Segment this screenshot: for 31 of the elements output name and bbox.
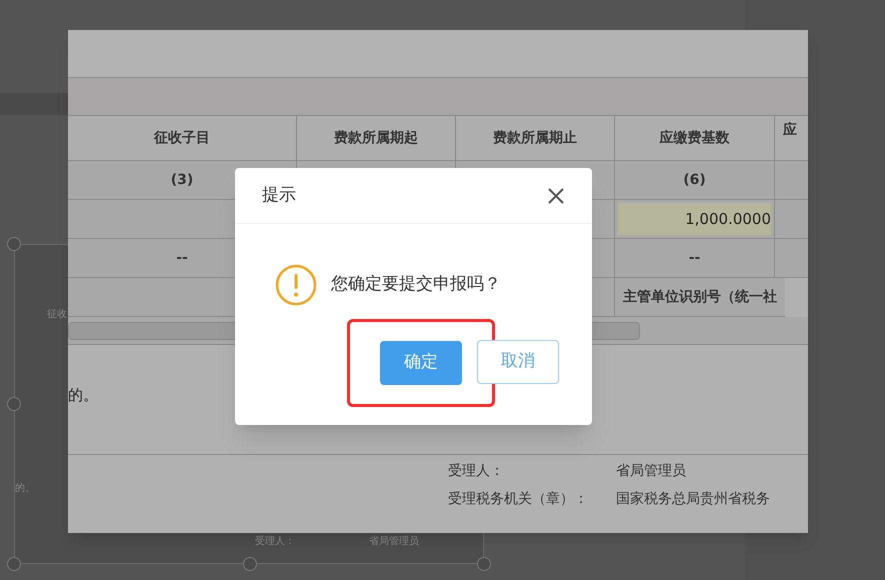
faded-text: 受理人： <box>255 534 295 549</box>
dialog-message: 您确定要提交申报吗？ <box>331 273 501 296</box>
confirm-button[interactable]: 确定 <box>380 341 462 385</box>
table-cell-text: (3) <box>170 170 194 190</box>
table-cell-text: -- <box>176 248 188 268</box>
field-label: 受理税务机关（章）： <box>447 490 589 509</box>
column-header: 费款所属期止 <box>493 128 577 148</box>
amount-field[interactable]: 1,000.0000 <box>618 203 771 235</box>
field-label: 受理人： <box>447 462 505 481</box>
table-cell-text: -- <box>688 248 700 268</box>
faded-text: 省局管理员 <box>369 534 419 549</box>
close-icon[interactable] <box>547 186 565 204</box>
selection-handle[interactable] <box>243 557 257 571</box>
table-cell-text: 主管单位识别号（统一社 <box>623 288 777 306</box>
faded-text: 征收 <box>47 308 67 322</box>
selection-handle[interactable] <box>7 557 21 571</box>
cancel-button[interactable]: 取消 <box>477 340 559 384</box>
dialog-title: 提示 <box>262 184 296 207</box>
field-value: 省局管理员 <box>616 462 686 481</box>
table-cell-text: (6) <box>683 170 706 190</box>
note-text: 的。 <box>68 386 98 404</box>
column-header: 应 <box>783 120 797 140</box>
faded-text: 的。 <box>15 482 35 496</box>
selection-handle[interactable] <box>477 557 491 571</box>
selection-handle[interactable] <box>7 237 21 251</box>
field-value: 国家税务总局贵州省税务 <box>616 490 770 509</box>
warning-icon <box>275 264 317 306</box>
column-header: 费款所属期起 <box>334 128 418 148</box>
column-header: 应缴费基数 <box>660 128 730 148</box>
column-header: 征收子目 <box>154 128 210 148</box>
selection-handle[interactable] <box>7 397 21 411</box>
